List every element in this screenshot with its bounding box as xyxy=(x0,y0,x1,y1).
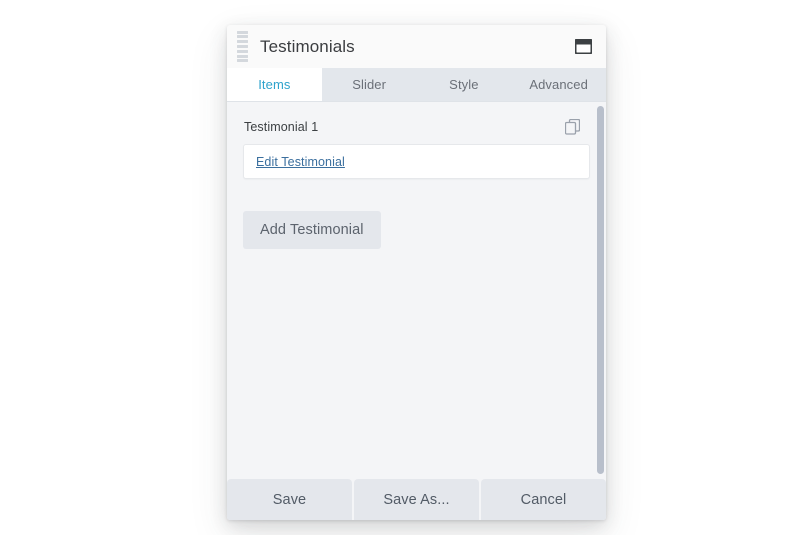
list-item: Testimonial 1 Edit Testimonial xyxy=(235,114,590,179)
tab-slider[interactable]: Slider xyxy=(321,68,417,101)
window-restore-icon[interactable] xyxy=(575,39,592,54)
item-card: Edit Testimonial xyxy=(243,144,590,179)
scrollbar-thumb[interactable] xyxy=(597,106,604,474)
add-testimonial-button[interactable]: Add Testimonial xyxy=(243,211,381,249)
items-list: Testimonial 1 Edit Testimonial Add Testi… xyxy=(227,102,606,478)
content-scrollbar[interactable] xyxy=(595,102,606,478)
copy-icon[interactable] xyxy=(565,119,580,135)
panel-footer: Save Save As... Cancel xyxy=(227,478,606,520)
panel-tabs: Items Slider Style Advanced xyxy=(227,68,606,102)
panel-titlebar: Testimonials xyxy=(227,25,606,68)
screen: Testimonials Items Slider Style Advanced… xyxy=(0,0,806,535)
panel-title: Testimonials xyxy=(260,38,355,55)
edit-testimonial-link[interactable]: Edit Testimonial xyxy=(256,155,345,169)
tab-style[interactable]: Style xyxy=(416,68,512,101)
drag-handle-icon[interactable] xyxy=(237,30,249,64)
tab-items[interactable]: Items xyxy=(227,68,322,101)
testimonials-panel: Testimonials Items Slider Style Advanced… xyxy=(227,25,606,520)
save-as-button[interactable]: Save As... xyxy=(354,479,479,520)
save-button[interactable]: Save xyxy=(227,479,352,520)
tab-advanced[interactable]: Advanced xyxy=(511,68,606,101)
item-label: Testimonial 1 xyxy=(244,120,319,134)
panel-content-area: Testimonial 1 Edit Testimonial Add Testi… xyxy=(227,102,606,478)
item-header-row: Testimonial 1 xyxy=(235,114,590,140)
cancel-button[interactable]: Cancel xyxy=(481,479,606,520)
